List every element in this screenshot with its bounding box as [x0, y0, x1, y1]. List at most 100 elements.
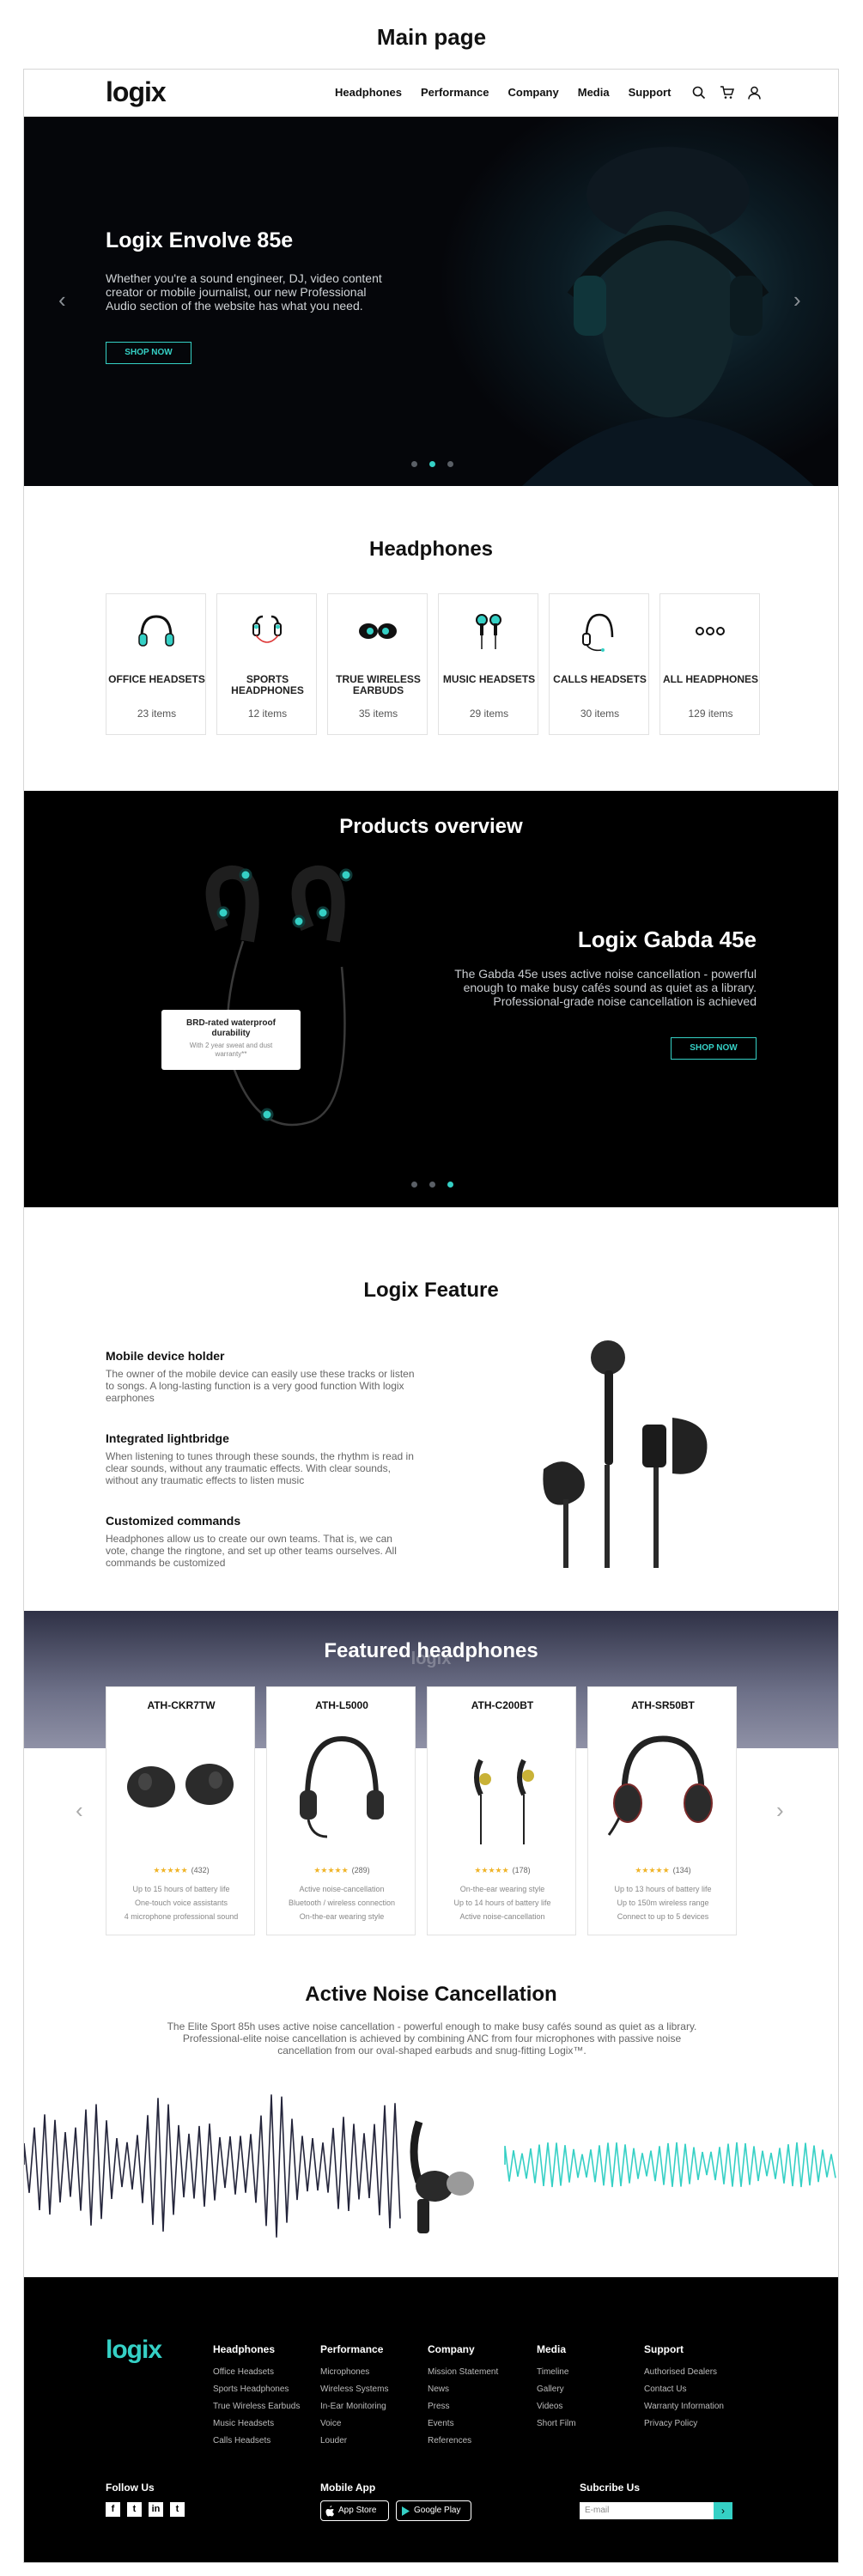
- footer-column-support: Support Authorised Dealers Contact Us Wa…: [644, 2343, 724, 2433]
- nav-headphones[interactable]: Headphones: [335, 86, 402, 99]
- footer-link[interactable]: Calls Headsets: [213, 2433, 300, 2450]
- footer-logo[interactable]: logix: [106, 2336, 162, 2365]
- mobile-app-title: Mobile App: [320, 2482, 376, 2494]
- top-navigation-bar: logix Headphones Performance Company Med…: [24, 70, 838, 117]
- email-input[interactable]: E-mail: [580, 2502, 714, 2519]
- footer-link[interactable]: Privacy Policy: [644, 2415, 724, 2433]
- footer-link[interactable]: Press: [428, 2398, 498, 2415]
- category-card-sports[interactable]: SPORTS HEADPHONES 12 items: [216, 593, 317, 735]
- footer-link[interactable]: Office Headsets: [213, 2364, 300, 2381]
- app-store-label: App Store: [338, 2506, 377, 2515]
- carousel-dot-active[interactable]: [447, 1182, 453, 1188]
- sports-headphone-icon: [252, 615, 282, 643]
- logo[interactable]: logix: [106, 76, 167, 108]
- footer-link[interactable]: Videos: [537, 2398, 576, 2415]
- google-play-icon: [402, 2506, 410, 2516]
- nav-performance[interactable]: Performance: [421, 86, 489, 99]
- product-rating: ★★★★★ (289): [267, 1866, 416, 1875]
- feature-item: Customized commands Headphones allow us …: [106, 1514, 415, 1569]
- google-play-button[interactable]: Google Play: [396, 2500, 471, 2521]
- footer-link[interactable]: Events: [428, 2415, 498, 2433]
- footer-link[interactable]: Authorised Dealers: [644, 2364, 724, 2381]
- carousel-dot[interactable]: [411, 1182, 417, 1188]
- category-list: OFFICE HEADSETS 23 items SPORTS HEADPHON…: [106, 593, 760, 735]
- footer-link[interactable]: Warranty Information: [644, 2398, 724, 2415]
- twitter-icon[interactable]: t: [127, 2502, 142, 2517]
- nav-media[interactable]: Media: [578, 86, 610, 99]
- featured-next-arrow[interactable]: ›: [776, 1797, 784, 1824]
- subscribe-submit-button[interactable]: ›: [714, 2502, 732, 2519]
- product-spec: One-touch voice assistants: [134, 1899, 228, 1907]
- category-card-office[interactable]: OFFICE HEADSETS 23 items: [106, 593, 206, 735]
- product-rating: ★★★★★ (178): [428, 1866, 577, 1875]
- cart-icon[interactable]: [720, 86, 734, 100]
- footer-column-performance: Performance Microphones Wireless Systems…: [320, 2343, 388, 2450]
- category-card-all[interactable]: ALL HEADPHONES 129 items: [659, 593, 760, 735]
- footer-link[interactable]: References: [428, 2433, 498, 2450]
- product-spec: Connect to up to 5 devices: [617, 1912, 709, 1921]
- footer-link[interactable]: Short Film: [537, 2415, 576, 2433]
- category-card-calls[interactable]: CALLS HEADSETS 30 items: [549, 593, 649, 735]
- hero-banner: Logix Envolve 85e Whether you're a sound…: [24, 117, 838, 486]
- footer-column-title: Company: [428, 2343, 475, 2355]
- category-count: 129 items: [688, 708, 733, 720]
- category-name: SPORTS HEADPHONES: [231, 673, 304, 696]
- hero-next-arrow[interactable]: ›: [793, 287, 801, 313]
- product-spec: Up to 13 hours of battery life: [614, 1885, 712, 1893]
- carousel-dot[interactable]: [429, 1182, 435, 1188]
- footer-link[interactable]: Sports Headphones: [213, 2381, 300, 2398]
- category-count: 29 items: [469, 708, 509, 720]
- product-spec: Active noise-cancellation: [459, 1912, 545, 1921]
- noise-wave-line: [24, 2094, 401, 2238]
- category-card-music[interactable]: MUSIC HEADSETS 29 items: [438, 593, 538, 735]
- hero-portrait-image: [522, 147, 814, 486]
- carousel-dot-active[interactable]: [429, 461, 435, 467]
- nav-company[interactable]: Company: [508, 86, 559, 99]
- footer-link[interactable]: Timeline: [537, 2364, 576, 2381]
- linkedin-icon[interactable]: in: [149, 2502, 163, 2517]
- product-name: ATH-L5000: [315, 1699, 368, 1711]
- product-card[interactable]: ATH-C200BT ★★★★★ (178) On-the-ear wearing…: [427, 1686, 576, 1935]
- user-icon[interactable]: [748, 86, 761, 100]
- footer-link[interactable]: True Wireless Earbuds: [213, 2398, 300, 2415]
- page-caption: Main page: [376, 24, 487, 50]
- product-spec: 4 microphone professional sound: [124, 1912, 239, 1921]
- footer-link[interactable]: In-Ear Monitoring: [320, 2398, 388, 2415]
- footer-link[interactable]: Mission Statement: [428, 2364, 498, 2381]
- carousel-dot[interactable]: [447, 461, 453, 467]
- hero-prev-arrow[interactable]: ‹: [58, 287, 66, 313]
- tooltip-subtitle: With 2 year sweat and dust warranty**: [189, 1042, 273, 1058]
- anc-earphone-image: [410, 2120, 474, 2233]
- category-name: MUSIC HEADSETS: [442, 673, 536, 685]
- category-card-wireless[interactable]: TRUE WIRELESS EARBUDS 35 items: [327, 593, 428, 735]
- footer-link[interactable]: Music Headsets: [213, 2415, 300, 2433]
- facebook-icon[interactable]: f: [106, 2502, 120, 2517]
- search-icon[interactable]: [692, 86, 706, 100]
- product-card[interactable]: ATH-L5000 ★★★★★ (289) Active noise-cancel…: [266, 1686, 416, 1935]
- featured-prev-arrow[interactable]: ‹: [76, 1797, 83, 1824]
- tumblr-icon[interactable]: t: [170, 2502, 185, 2517]
- nav-support[interactable]: Support: [629, 86, 672, 99]
- overview-shop-now-button[interactable]: SHOP NOW: [671, 1037, 757, 1060]
- apple-icon: [325, 2506, 334, 2517]
- review-count: (134): [672, 1866, 691, 1874]
- footer-link[interactable]: News: [428, 2381, 498, 2398]
- header-icons: [692, 86, 761, 100]
- footer-link[interactable]: Wireless Systems: [320, 2381, 388, 2398]
- feature-title: Mobile device holder: [106, 1349, 225, 1363]
- footer-link[interactable]: Gallery: [537, 2381, 576, 2398]
- product-name: ATH-SR50BT: [631, 1699, 695, 1711]
- hero-shop-now-button[interactable]: SHOP NOW: [106, 342, 191, 364]
- footer-link[interactable]: Contact Us: [644, 2381, 724, 2398]
- app-store-button[interactable]: App Store: [320, 2500, 389, 2521]
- product-card[interactable]: ATH-CKR7TW ★★★★★ (432) Up to 15 hours of …: [106, 1686, 255, 1935]
- product-spec: Up to 15 hours of battery life: [132, 1885, 230, 1893]
- footer-link[interactable]: Microphones: [320, 2364, 388, 2381]
- star-rating: ★★★★★: [474, 1866, 509, 1874]
- footer-link[interactable]: Voice: [320, 2415, 388, 2433]
- carousel-dot[interactable]: [411, 461, 417, 467]
- calls-headset-icon: [582, 613, 614, 652]
- feature-text: The owner of the mobile device can easil…: [106, 1368, 415, 1404]
- product-card[interactable]: ATH-SR50BT ★★★★★ (134) Up to 13 hours of …: [587, 1686, 737, 1935]
- footer-link[interactable]: Louder: [320, 2433, 388, 2450]
